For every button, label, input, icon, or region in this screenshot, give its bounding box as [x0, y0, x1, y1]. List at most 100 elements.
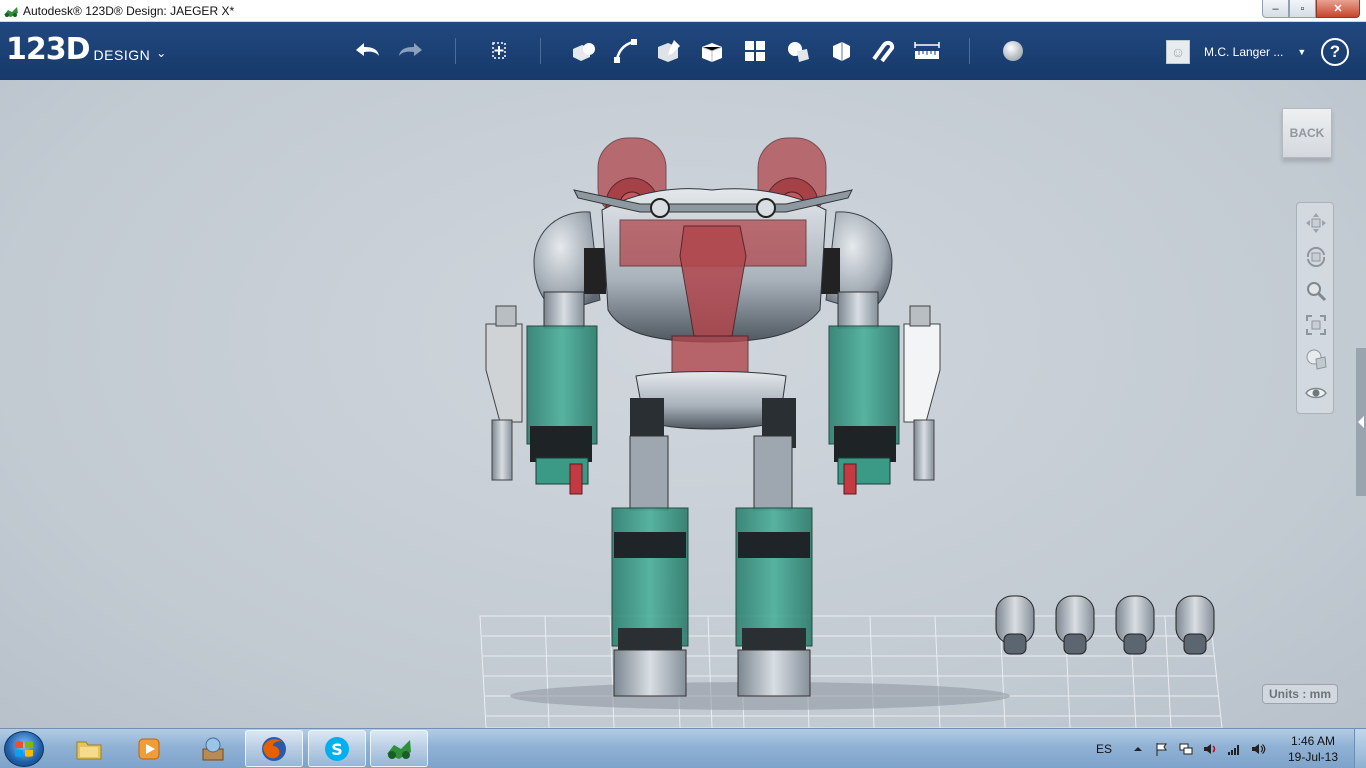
show-hidden-icons-icon[interactable]	[1130, 741, 1146, 757]
view-cube[interactable]: BACK	[1282, 108, 1332, 158]
123d-app-icon	[387, 739, 411, 759]
windows-logo-icon	[15, 741, 33, 757]
view-style-icon	[1306, 349, 1327, 370]
material-icon	[1003, 41, 1023, 61]
taskbar-firefox[interactable]	[245, 730, 303, 767]
navigation-bar	[1296, 202, 1334, 414]
app-menu-button[interactable]: 123D DESIGN ⌄	[6, 34, 166, 66]
side-panel-toggle[interactable]	[1356, 348, 1366, 496]
clock-time: 1:46 AM	[1290, 734, 1336, 748]
pattern-button[interactable]	[738, 36, 772, 66]
help-button[interactable]: ?	[1321, 38, 1349, 66]
trigger-left	[569, 463, 583, 495]
measure-icon	[914, 42, 940, 59]
hand-gear-left	[530, 426, 592, 462]
construct-icon	[658, 40, 680, 62]
snap-icon	[872, 40, 895, 63]
svg-text:S: S	[331, 740, 343, 759]
hand-gear-right	[834, 426, 896, 462]
loose-parts	[995, 595, 1215, 655]
visibility-button[interactable]	[1301, 379, 1331, 407]
transform-button[interactable]	[482, 36, 516, 66]
caret-down-icon: ▼	[1297, 47, 1307, 57]
knee-gear-right	[738, 532, 810, 558]
user-account-menu[interactable]: ☺ M.C. Langer ... ▼	[1166, 40, 1306, 64]
firefox-icon	[262, 736, 286, 761]
modify-button[interactable]	[695, 36, 729, 66]
window-title-bar: Autodesk® 123D® Design: JAEGER X* ‒ ▫ ✕	[0, 0, 1366, 22]
windows-taskbar: S ES 1:46 AM 19-Jul-13	[0, 728, 1366, 768]
signal-icon[interactable]	[1226, 741, 1242, 757]
taskbar-123d-design[interactable]	[370, 730, 428, 767]
show-desktop-button[interactable]	[1354, 729, 1366, 768]
user-name: M.C. Langer ...	[1204, 45, 1284, 59]
arm-blade-right	[903, 323, 941, 423]
construct-button[interactable]	[652, 36, 686, 66]
chevron-left-icon	[1358, 416, 1364, 428]
foot-right	[737, 649, 811, 697]
arm-blade-left	[485, 323, 523, 423]
toolbar-separator	[540, 38, 541, 64]
visibility-icon	[1305, 387, 1327, 399]
upper-arm-left	[543, 291, 585, 329]
grouping-button[interactable]	[781, 36, 815, 66]
knee-gear-left	[614, 532, 686, 558]
model-scene	[479, 137, 1223, 728]
media-player-icon	[138, 738, 160, 759]
redo-icon	[399, 43, 422, 56]
shin-right	[735, 507, 813, 647]
view-style-button[interactable]	[1301, 345, 1331, 373]
taskbar-skype[interactable]: S	[308, 730, 366, 767]
undo-button[interactable]	[350, 36, 384, 66]
window-controls: ‒ ▫ ✕	[1262, 0, 1360, 18]
sketch-icon	[614, 39, 637, 63]
flag-icon[interactable]	[1154, 741, 1170, 757]
snap-button[interactable]	[866, 36, 900, 66]
ground-grid	[479, 615, 1223, 728]
redo-button[interactable]	[394, 36, 428, 66]
undo-icon	[356, 43, 379, 56]
thigh-left	[629, 435, 669, 511]
combine-button[interactable]	[824, 36, 858, 66]
upper-arm-right	[837, 291, 879, 329]
app-logo: 123D	[6, 32, 91, 67]
taskbar-explorer[interactable]	[60, 730, 118, 767]
units-indicator[interactable]: Units : mm	[1262, 684, 1338, 704]
system-clock[interactable]: 1:46 AM 19-Jul-13	[1282, 733, 1344, 765]
toolbar-separator	[969, 38, 970, 64]
close-button[interactable]: ✕	[1316, 0, 1360, 18]
taskbar-media-player[interactable]	[120, 730, 178, 767]
modify-icon	[701, 43, 723, 62]
language-indicator[interactable]: ES	[1096, 742, 1112, 756]
window-title: Autodesk® 123D® Design: JAEGER X*	[23, 3, 235, 18]
material-button[interactable]	[996, 36, 1030, 66]
combine-icon	[833, 42, 850, 61]
shin-left	[611, 507, 689, 647]
start-button[interactable]	[4, 731, 44, 767]
maximize-button[interactable]: ▫	[1289, 0, 1316, 18]
system-tray: ES	[1096, 729, 1274, 768]
avatar: ☺	[1166, 40, 1190, 64]
toolbar-separator	[455, 38, 456, 64]
minimize-button[interactable]: ‒	[1262, 0, 1289, 18]
main-toolbar: 123D DESIGN ⌄ ☺ M.C. Langer ... ▼ ?	[0, 22, 1366, 80]
grouping-icon	[788, 42, 809, 62]
network-icon[interactable]	[1178, 741, 1194, 757]
orbit-button[interactable]	[1301, 243, 1331, 271]
volume-icon[interactable]	[1202, 741, 1218, 757]
speaker-icon[interactable]	[1250, 741, 1266, 757]
3d-viewport[interactable]: BACK Units : mm	[0, 80, 1366, 728]
thigh-right	[753, 435, 793, 511]
pan-button[interactable]	[1301, 209, 1331, 237]
fit-button[interactable]	[1301, 311, 1331, 339]
chevron-down-icon: ⌄	[156, 46, 167, 60]
123d-app-icon	[4, 6, 18, 17]
clock-date: 19-Jul-13	[1287, 750, 1339, 764]
fit-icon	[1306, 315, 1326, 335]
zoom-icon	[1307, 282, 1327, 302]
taskbar-archive[interactable]	[184, 730, 242, 767]
measure-button[interactable]	[910, 36, 944, 66]
zoom-button[interactable]	[1301, 277, 1331, 305]
primitives-button[interactable]	[566, 36, 600, 66]
sketch-button[interactable]	[609, 36, 643, 66]
